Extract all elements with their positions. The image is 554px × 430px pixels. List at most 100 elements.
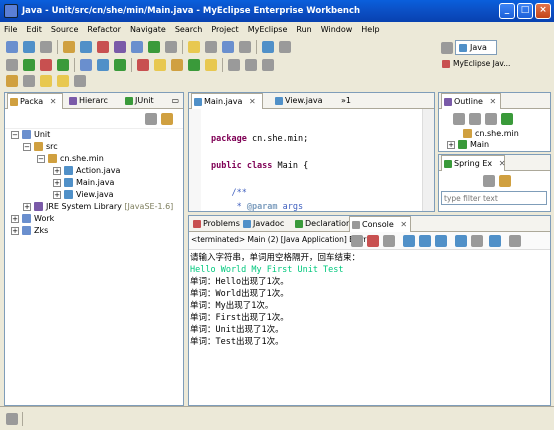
new-package-icon[interactable]: [80, 59, 92, 71]
show-console-icon[interactable]: [435, 235, 447, 247]
menu-project[interactable]: Project: [211, 25, 238, 34]
tab-declaration[interactable]: Declaration: [293, 216, 351, 232]
web-icon[interactable]: [188, 59, 200, 71]
scroll-lock-icon[interactable]: [419, 235, 431, 247]
expand-icon[interactable]: +: [23, 202, 31, 211]
menu-window[interactable]: Window: [321, 25, 353, 34]
expand-icon[interactable]: +: [11, 214, 19, 223]
menu-myeclipse[interactable]: MyEclipse: [248, 25, 288, 34]
menu-edit[interactable]: Edit: [26, 25, 42, 34]
open-folder-icon[interactable]: [205, 59, 217, 71]
perspective-myeclipse-button[interactable]: MyEclipse Jav...: [441, 59, 510, 68]
tab-package-explorer[interactable]: Packa ✕: [7, 93, 63, 109]
tab-view-java[interactable]: View.java: [273, 93, 323, 109]
tab-console[interactable]: Console ✕: [349, 216, 411, 232]
perspective-java-button[interactable]: Java: [455, 40, 497, 55]
minimize-button[interactable]: _: [499, 3, 515, 19]
db-icon[interactable]: [131, 41, 143, 53]
collapse-icon[interactable]: −: [11, 130, 19, 139]
pin-icon[interactable]: [228, 59, 240, 71]
tab-javadoc[interactable]: Javadoc: [241, 216, 284, 232]
task-icon[interactable]: [205, 41, 217, 53]
server-icon[interactable]: [80, 41, 92, 53]
tab-outline[interactable]: Outline ✕: [441, 93, 501, 109]
link-editor-icon[interactable]: [499, 175, 511, 187]
new-icon[interactable]: [6, 41, 18, 53]
remove-all-icon[interactable]: [383, 235, 395, 247]
maximize-button[interactable]: □: [517, 3, 533, 19]
view-menu-icon[interactable]: [509, 235, 521, 247]
remove-launch-icon[interactable]: [367, 235, 379, 247]
clear-console-icon[interactable]: [403, 235, 415, 247]
save-icon[interactable]: [23, 41, 35, 53]
coverage-icon[interactable]: [57, 59, 69, 71]
open-perspective-icon[interactable]: [441, 42, 453, 54]
link-editor-icon[interactable]: [161, 113, 173, 125]
editor-overflow-tabs[interactable]: »1: [339, 93, 351, 109]
next-annotation-icon[interactable]: [6, 75, 18, 87]
menu-source[interactable]: Source: [51, 25, 78, 34]
hide-fields-icon[interactable]: [469, 113, 481, 125]
hide-nonpublic-icon[interactable]: [501, 113, 513, 125]
tree-item-work[interactable]: + Work: [11, 213, 54, 225]
tree-item-view-java[interactable]: + View.java: [53, 189, 114, 201]
hide-static-icon[interactable]: [485, 113, 497, 125]
close-tab-icon[interactable]: ✕: [400, 220, 407, 229]
expand-icon[interactable]: +: [53, 190, 61, 199]
tree-item-unit[interactable]: − Unit: [11, 129, 50, 141]
tree-item-jre-library[interactable]: + JRE System Library [JavaSE-1.6]: [23, 201, 173, 213]
open-type-icon[interactable]: [63, 41, 75, 53]
tree-item-action-java[interactable]: + Action.java: [53, 165, 120, 177]
menu-refactor[interactable]: Refactor: [87, 25, 121, 34]
print-icon[interactable]: [40, 41, 52, 53]
close-tab-icon[interactable]: ✕: [50, 97, 57, 106]
forward-icon[interactable]: [57, 75, 69, 87]
struts-icon[interactable]: [171, 59, 183, 71]
run-external-icon[interactable]: [40, 59, 52, 71]
folder-icon[interactable]: [188, 41, 200, 53]
tab-problems[interactable]: Problems: [191, 216, 240, 232]
toggle-icon[interactable]: [279, 41, 291, 53]
last-edit-icon[interactable]: [74, 75, 86, 87]
expand-icon[interactable]: +: [11, 226, 19, 235]
display-console-icon[interactable]: [471, 235, 483, 247]
annotation-icon[interactable]: [239, 41, 251, 53]
back-icon[interactable]: [40, 75, 52, 87]
open-perspective-icon[interactable]: [262, 41, 274, 53]
collapse-icon[interactable]: −: [23, 142, 31, 151]
open-console-icon[interactable]: [489, 235, 501, 247]
run-icon[interactable]: [23, 59, 35, 71]
outline-item-main[interactable]: + Main: [447, 139, 489, 151]
tree-item-package[interactable]: − cn.she.min: [37, 153, 104, 165]
collapse-all-icon[interactable]: [483, 175, 495, 187]
run-server-icon[interactable]: [148, 41, 160, 53]
new-java-project-icon[interactable]: [114, 59, 126, 71]
collapse-all-icon[interactable]: [145, 113, 157, 125]
browser-icon[interactable]: [114, 41, 126, 53]
collapse-icon[interactable]: −: [37, 154, 45, 163]
menu-run[interactable]: Run: [296, 25, 311, 34]
tree-item-main-java[interactable]: + Main.java: [53, 177, 114, 189]
editor-vertical-scrollbar[interactable]: [422, 109, 434, 211]
pin-console-icon[interactable]: [455, 235, 467, 247]
debug-config-icon[interactable]: [6, 59, 18, 71]
deploy-icon[interactable]: [97, 41, 109, 53]
spring-icon[interactable]: [154, 59, 166, 71]
close-tab-icon[interactable]: ✕: [490, 97, 497, 106]
prev-annotation-icon[interactable]: [23, 75, 35, 87]
terminate-icon[interactable]: [351, 235, 363, 247]
expand-icon[interactable]: +: [53, 178, 61, 187]
sort-icon[interactable]: [453, 113, 465, 125]
search-icon[interactable]: [222, 41, 234, 53]
expand-icon[interactable]: +: [447, 140, 455, 149]
hibernate-icon[interactable]: [137, 59, 149, 71]
tab-spring-explorer[interactable]: Spring Ex ✕: [441, 155, 505, 171]
menu-file[interactable]: File: [4, 25, 17, 34]
tree-item-src[interactable]: − src: [23, 141, 58, 153]
spring-filter-input[interactable]: [441, 191, 547, 205]
format-icon[interactable]: [245, 59, 257, 71]
close-tab-icon[interactable]: ✕: [499, 159, 506, 168]
tab-junit[interactable]: JUnit: [123, 93, 154, 109]
fast-view-icon[interactable]: [6, 413, 18, 425]
tab-main-java[interactable]: Main.java ✕: [191, 93, 263, 109]
